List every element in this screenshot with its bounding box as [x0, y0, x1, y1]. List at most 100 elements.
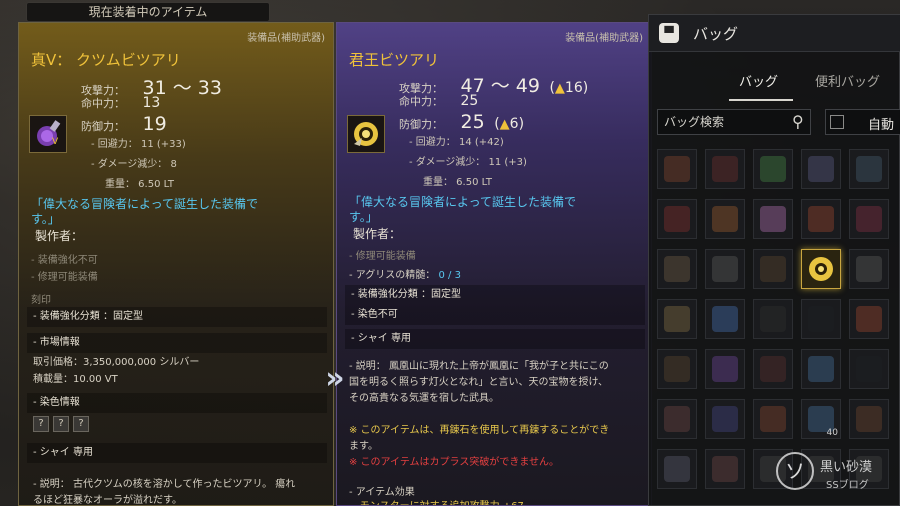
description-line1: - 説明： 古代クツムの核を溶かして作ったビツアリ。 瘍れ [33, 479, 296, 490]
accuracy-value: 13 [142, 95, 161, 111]
tab-bag[interactable]: バッグ [739, 71, 778, 90]
inventory-slot[interactable] [657, 199, 697, 239]
svg-text:V: V [52, 137, 59, 147]
tab-convenience-bag[interactable]: 便利バッグ [815, 71, 880, 90]
inventory-slot[interactable] [849, 399, 889, 439]
inventory-slot[interactable] [753, 399, 793, 439]
inventory-slot[interactable] [657, 449, 697, 489]
repairable-note: - 修理可能装備 [31, 272, 98, 283]
inventory-slot[interactable] [657, 299, 697, 339]
watermark-line1: 黒い砂漠 [820, 460, 873, 475]
dye-slot-3[interactable]: ? [73, 416, 89, 432]
inventory-slot[interactable] [753, 349, 793, 389]
inventory-slot[interactable] [705, 449, 745, 489]
bag-search-input[interactable]: バッグ検索 ⚲ [657, 109, 811, 135]
compare-item-tooltip: 装備品(補助武器) 君王ビツアリ 攻撃力： 47 ～ 49 (▲16) 命中力：… [336, 22, 652, 506]
description-line3: その高貴なる気運を宿した武具。 [349, 393, 499, 404]
market-price: 取引価格：3,350,000,000 シルバー [33, 357, 200, 368]
description-line1: - 説明： 鳳凰山に現れた上帝が鳳凰に「我が子と共にこの [349, 361, 609, 372]
inventory-slot[interactable] [753, 299, 793, 339]
dye-slot-2[interactable]: ? [53, 416, 69, 432]
defense-diff: (▲6) [494, 116, 525, 132]
weight-row: 重量： 6.50 LT [423, 177, 492, 188]
enhance-type-bar: - 装備強化分類 ：固定型 [345, 285, 645, 305]
accuracy-stat: 命中力： 13 [81, 95, 160, 111]
defense-stat: 防御力： 19 [81, 113, 167, 135]
inventory-slot[interactable] [801, 199, 841, 239]
bag-icon: ▀ [659, 23, 679, 43]
inventory-slot[interactable] [849, 149, 889, 189]
bag-header[interactable]: ▀ バッグ [649, 15, 900, 52]
selected-inventory-slot[interactable] [801, 249, 841, 289]
defense-value: 19 [142, 113, 167, 135]
item-name: 真V： クツムビツアリ [31, 51, 181, 69]
watermark-logo: ソ [776, 452, 814, 490]
exclusive-bar: - シャイ 専用 [27, 443, 327, 463]
repairable-note: - 修理可能装備 [349, 251, 416, 262]
inventory-slot[interactable] [705, 149, 745, 189]
flavor-text-line2: す。」 [31, 212, 60, 226]
attack-diff-value: 16 [564, 80, 583, 96]
search-icon[interactable]: ⚲ [792, 110, 804, 134]
damage-reduce-row: - ダメージ減少： 11 (+3) [409, 157, 527, 168]
bag-search-placeholder: バッグ検索 [664, 115, 725, 129]
flavor-text-line2: す。」 [349, 210, 378, 224]
attack-diff: (▲16) [549, 80, 589, 96]
enhance-type-bar: - 装備強化分類 ：固定型 [27, 307, 327, 327]
flavor-text-line1: 「偉大なる冒険者によって誕生した装備で [31, 197, 259, 211]
inventory-slot[interactable]: 40 [801, 399, 841, 439]
inventory-slot[interactable] [705, 199, 745, 239]
inventory-slot[interactable] [705, 249, 745, 289]
auto-checkbox[interactable] [830, 115, 844, 129]
agris-label: - アグリスの精髄： [349, 270, 436, 281]
inventory-slot[interactable] [657, 399, 697, 439]
refine-note-line1: ※ このアイテムは、再錬石を使用して再錬することができ [349, 425, 610, 436]
damage-reduce-row: - ダメージ減少： 8 [91, 159, 177, 170]
accuracy-stat: 命中力： 25 [399, 93, 478, 109]
golden-sun-icon [354, 122, 378, 146]
inventory-slot[interactable] [753, 199, 793, 239]
golden-sun-icon [809, 257, 833, 281]
item-category: 装備品(補助武器) [565, 33, 643, 44]
inventory-slot[interactable] [849, 349, 889, 389]
crafter-label: 製作者： [35, 229, 84, 243]
accuracy-label: 命中力： [399, 95, 443, 108]
crafter-label: 製作者： [353, 227, 402, 241]
inventory-slot[interactable] [705, 399, 745, 439]
inventory-slot[interactable] [657, 149, 697, 189]
inventory-slot[interactable] [705, 299, 745, 339]
inventory-slot[interactable] [849, 249, 889, 289]
dye-info-title: - 染色情報 [27, 393, 327, 413]
defense-label: 防御力： [399, 118, 443, 131]
defense-value: 25 [460, 111, 485, 133]
market-volume: 積載量：10.00 VT [33, 374, 118, 385]
inventory-slot[interactable] [801, 299, 841, 339]
inventory-slot[interactable] [753, 149, 793, 189]
inventory-slot[interactable] [705, 349, 745, 389]
defense-label: 防御力： [81, 120, 125, 133]
inventory-slot[interactable] [657, 249, 697, 289]
item-icon: V [29, 115, 67, 153]
inventory-slot[interactable] [849, 199, 889, 239]
no-enhance-note: - 装備強化不可 [31, 255, 98, 266]
inventory-slot[interactable] [801, 349, 841, 389]
inventory-slot[interactable] [849, 299, 889, 339]
agris-value: 0 / 3 [438, 270, 461, 281]
flavor-text-line1: 「偉大なる冒険者によって誕生した装備で [349, 195, 577, 209]
defense-diff-value: 6 [509, 116, 519, 132]
dye-slot-1[interactable]: ? [33, 416, 49, 432]
market-info-title: - 市場情報 [27, 333, 327, 353]
equipped-item-tooltip: 装備品(補助武器) 真V： クツムビツアリ 攻撃力： 31 ～ 33 命中力： … [18, 22, 334, 506]
inventory-slot[interactable] [753, 249, 793, 289]
inventory-slot[interactable] [801, 149, 841, 189]
refine-note-line2: ます。 [349, 441, 378, 452]
description-line2: 国を明るく照らす灯火となれ」と言い、天の宝物を授け、 [349, 377, 608, 388]
equipped-header: 現在装着中のアイテム [26, 2, 270, 22]
inventory-slot[interactable] [657, 349, 697, 389]
slot-count: 40 [826, 428, 838, 438]
evasion-row: - 回避力： 14 (+42) [409, 137, 504, 148]
item-icon [347, 115, 385, 153]
auto-toggle[interactable]: 自動 [825, 109, 900, 135]
agris-row: - アグリスの精髄： 0 / 3 [349, 266, 461, 281]
bag-title: バッグ [693, 25, 739, 43]
